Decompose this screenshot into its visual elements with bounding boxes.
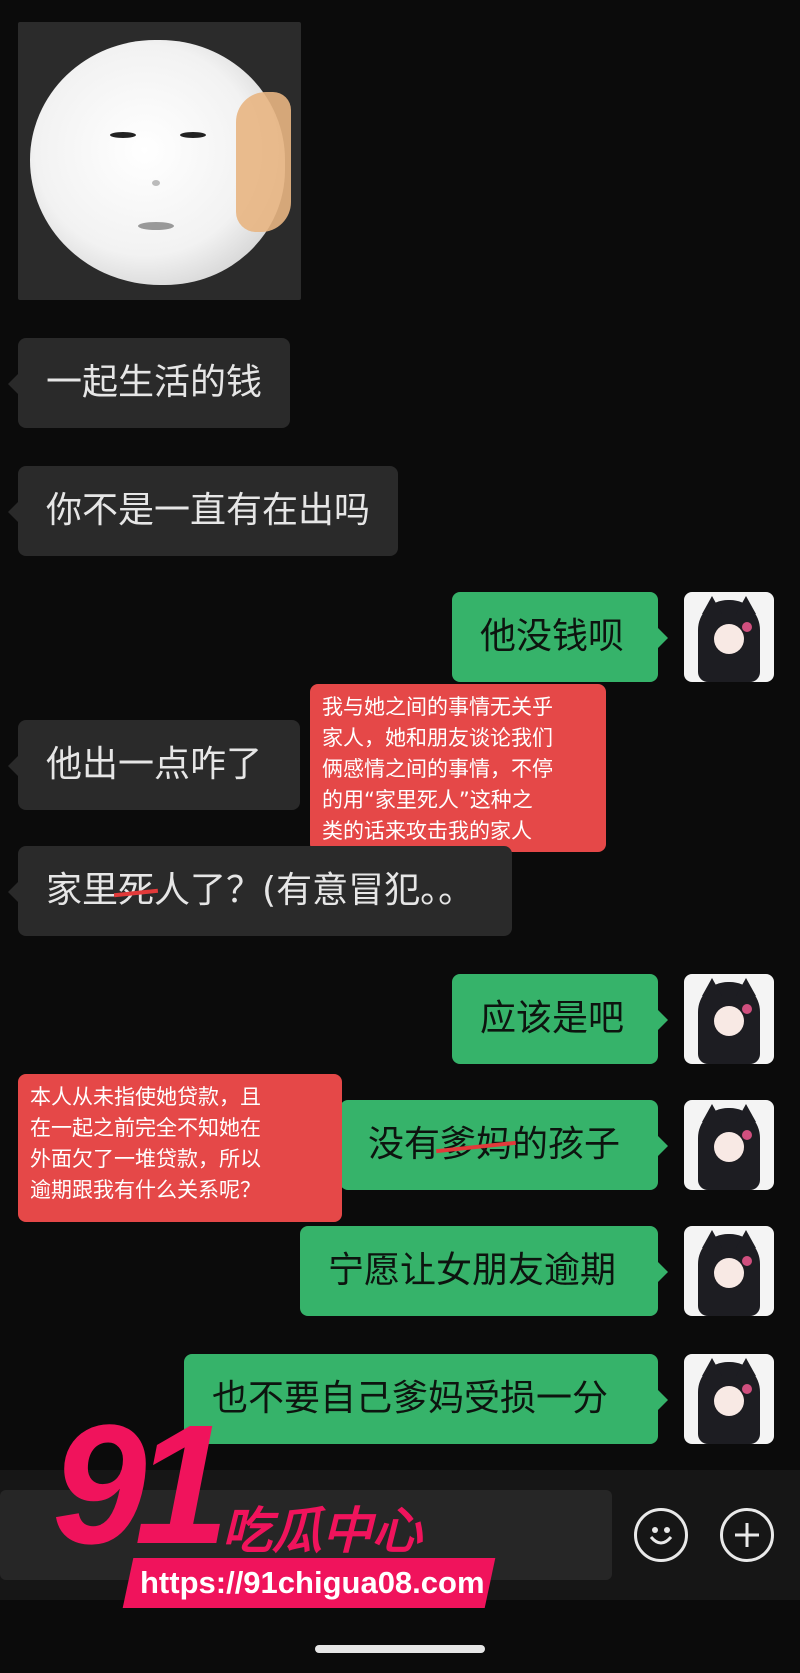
avatar-face [714, 1132, 744, 1162]
avatar-bow [742, 1256, 752, 1266]
avatar-bow [742, 1004, 752, 1014]
sticker-left-eye [110, 132, 136, 138]
message-text: 应该是吧 [480, 998, 625, 1039]
smiley-face-glyph [649, 1527, 673, 1545]
annotation-line: 外面欠了一堆贷款，所以 [30, 1147, 261, 1171]
message-text: 他没钱呗 [480, 616, 625, 657]
message-text-suffix: 的孩子 [512, 1124, 621, 1165]
avatar-bow [742, 1130, 752, 1140]
message-bubble-outgoing[interactable]: 也不要自己爹妈受损一分 [184, 1354, 668, 1444]
avatar-face [714, 1386, 744, 1416]
avatar-face [714, 624, 744, 654]
annotation-line: 我与她之间的事情无关乎 [322, 695, 553, 719]
user-avatar[interactable] [684, 1354, 774, 1444]
annotation-line: 逾期跟我有什么关系呢？ [30, 1178, 261, 1202]
avatar-cat-ear-left [702, 1358, 722, 1376]
avatar-cat-ear-right [736, 978, 756, 996]
message-bubble-incoming[interactable]: 一起生活的钱 [7, 338, 291, 428]
avatar-cat-ear-right [736, 1358, 756, 1376]
plus-glyph [735, 1523, 759, 1547]
user-avatar[interactable] [684, 1226, 774, 1316]
sticker-right-eye [180, 132, 206, 138]
sticker-hand [236, 92, 291, 232]
message-text-suffix: 人了？(有意冒犯。。 [154, 870, 475, 911]
avatar-cat-ear-left [702, 1104, 722, 1122]
annotation-line: 家人，她和朋友谈论我们 [322, 726, 553, 750]
message-bubble-outgoing[interactable]: 应该是吧 [452, 974, 668, 1064]
avatar-cat-ear-right [736, 1230, 756, 1248]
message-bubble-outgoing[interactable]: 没有 爹妈 的孩子 [340, 1100, 668, 1190]
annotation-note: 我与她之间的事情无关乎 家人，她和朋友谈论我们 俩感情之间的事情，不停 的用“家… [310, 684, 606, 852]
annotation-line: 类的话来攻击我的家人 [322, 819, 532, 843]
avatar-bow [742, 622, 752, 632]
struck-text: 爹妈 [440, 1124, 513, 1165]
home-indicator [315, 1645, 485, 1653]
message-bubble-incoming[interactable]: 你不是一直有在出吗 [7, 466, 399, 556]
annotation-line: 在一起之前完全不知她在 [30, 1116, 261, 1140]
watermark-number: 91 [52, 1390, 229, 1580]
avatar-bow [742, 1384, 752, 1394]
smiley-face-icon[interactable] [634, 1508, 688, 1562]
annotation-note: 本人从未指使她贷款，且 在一起之前完全不知她在 外面欠了一堆贷款，所以 逾期跟我… [18, 1074, 342, 1222]
plus-icon[interactable] [720, 1508, 774, 1562]
watermark-brand: 吃瓜中心 [222, 1502, 422, 1560]
sticker-image-message[interactable] [18, 22, 301, 300]
message-text-prefix: 家里 [46, 870, 119, 911]
message-bubble-outgoing[interactable]: 他没钱呗 [452, 592, 668, 682]
annotation-line: 俩感情之间的事情，不停 [322, 757, 553, 781]
sticker-mouth [138, 222, 174, 230]
message-text: 宁愿让女朋友逾期 [328, 1250, 617, 1291]
annotation-line: 的用“家里死人”这种之 [322, 788, 533, 812]
watermark-url: https://91chigua08.com [140, 1565, 485, 1600]
avatar-cat-ear-right [736, 1104, 756, 1122]
message-text: 他出一点咋了 [46, 744, 263, 785]
avatar-face [714, 1258, 744, 1288]
avatar-cat-ear-right [736, 596, 756, 614]
avatar-cat-ear-left [702, 596, 722, 614]
avatar-face [714, 1006, 744, 1036]
message-bubble-incoming[interactable]: 家里死人了？(有意冒犯。。 [8, 846, 512, 936]
user-avatar[interactable] [684, 974, 774, 1064]
struck-text: 死 [118, 870, 155, 911]
message-bubble-incoming[interactable]: 他出一点咋了 [8, 720, 300, 810]
message-text: 也不要自己爹妈受损一分 [212, 1378, 609, 1419]
message-text: 一起生活的钱 [46, 362, 263, 403]
message-text-prefix: 没有 [368, 1124, 441, 1165]
sticker-nose [152, 180, 160, 186]
message-bubble-outgoing[interactable]: 宁愿让女朋友逾期 [300, 1226, 668, 1316]
message-text: 你不是一直有在出吗 [46, 490, 371, 531]
user-avatar[interactable] [684, 1100, 774, 1190]
avatar-cat-ear-left [702, 1230, 722, 1248]
avatar-cat-ear-left [702, 978, 722, 996]
annotation-line: 本人从未指使她贷款，且 [30, 1085, 261, 1109]
user-avatar[interactable] [684, 592, 774, 682]
